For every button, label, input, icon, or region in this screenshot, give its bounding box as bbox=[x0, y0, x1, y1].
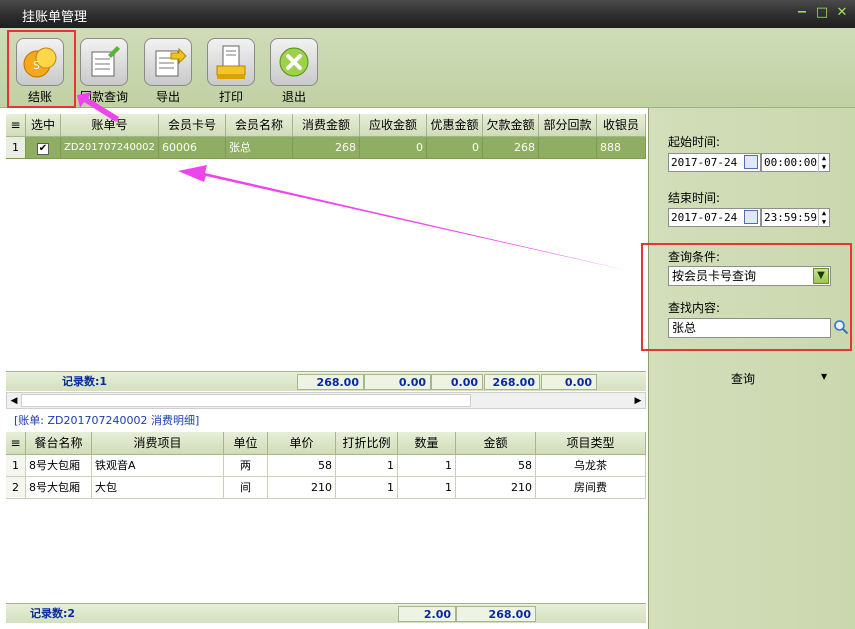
annotation-arrow-icon bbox=[178, 165, 630, 271]
annotation-arrow-icon bbox=[77, 92, 119, 122]
annotation-arrows bbox=[77, 92, 630, 271]
